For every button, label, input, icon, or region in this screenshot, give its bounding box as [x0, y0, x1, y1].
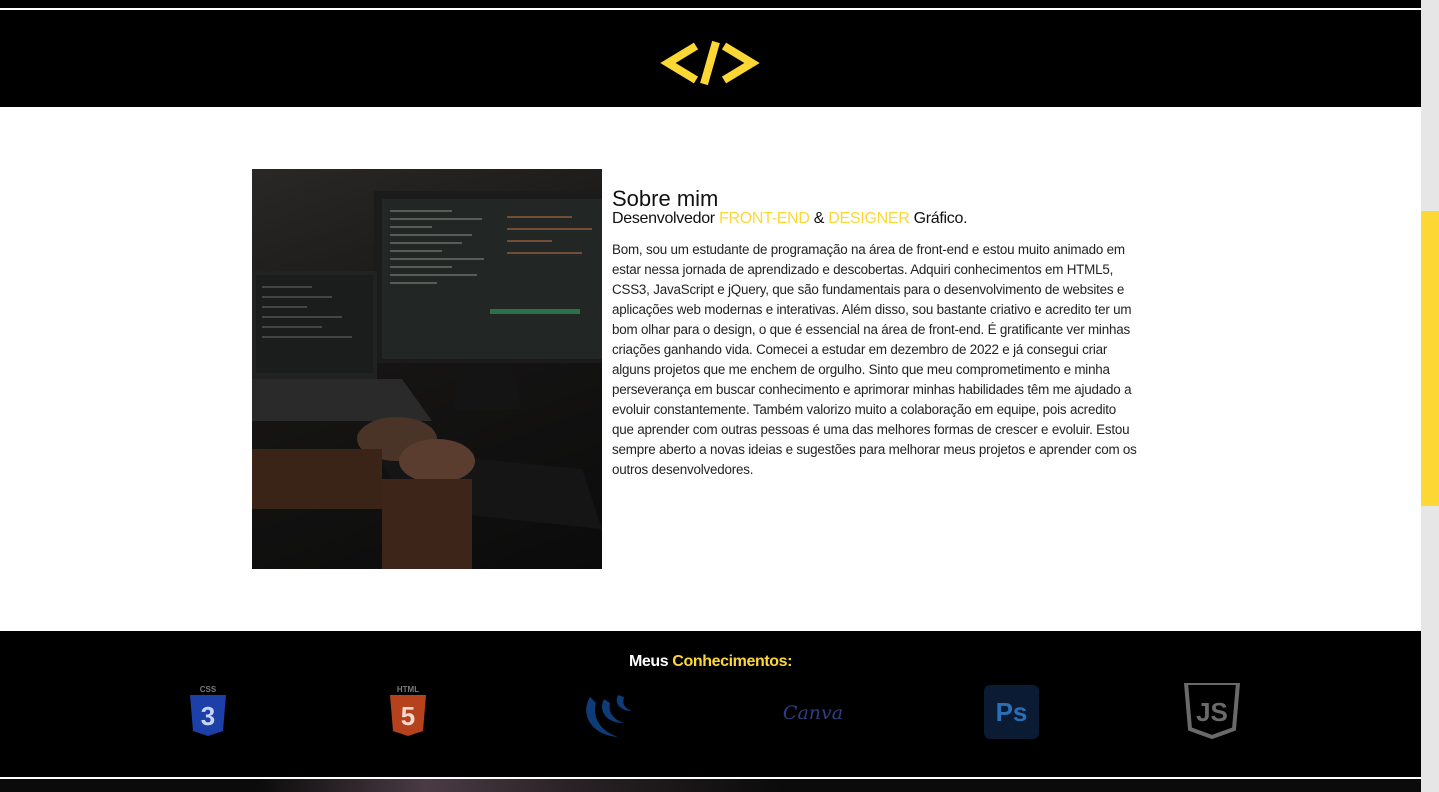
canva-label: Canva — [782, 702, 844, 724]
subtitle-frontend: FRONT-END — [718, 210, 810, 227]
subtitle-ampersand: & — [809, 210, 829, 227]
photoshop-icon[interactable]: Ps — [984, 685, 1039, 739]
site-header — [0, 0, 1421, 107]
skills-title: Meus Conhecimentos: — [0, 653, 1421, 671]
next-section-preview — [0, 779, 1421, 792]
about-body: Bom, sou um estudante de programação na … — [612, 242, 1137, 477]
photoshop-label: Ps — [995, 696, 1028, 727]
skills-title-prefix: Meus — [628, 653, 673, 670]
about-title: Sobre mim — [612, 186, 719, 211]
subtitle-prefix: Desenvolvedor — [612, 210, 719, 227]
javascript-icon[interactable]: JS — [1182, 683, 1242, 743]
skills-title-highlight: Conhecimentos: — [672, 653, 793, 670]
scrollbar-thumb[interactable] — [1421, 211, 1439, 506]
header-divider — [0, 8, 1421, 10]
subtitle-suffix: Gráfico. — [909, 210, 968, 227]
html5-label: HTML — [397, 685, 419, 694]
about-photo — [252, 169, 602, 569]
css3-label: CSS — [200, 685, 217, 694]
about-subtitle: Desenvolvedor FRONT-END & DESIGNER Gráfi… — [612, 210, 1140, 228]
css3-icon[interactable]: CSS 3 — [178, 683, 238, 743]
code-brackets-icon[interactable] — [660, 38, 760, 88]
jquery-icon[interactable] — [578, 683, 638, 743]
canva-icon[interactable]: Canva — [778, 683, 848, 743]
subtitle-designer: DESIGNER — [828, 210, 910, 227]
svg-text:3: 3 — [201, 701, 215, 731]
skills-section: Meus Conhecimentos: CSS 3 HTML 5 Canva P… — [0, 631, 1421, 777]
svg-text:5: 5 — [401, 701, 415, 731]
javascript-label: JS — [1196, 697, 1228, 727]
about-section: Sobre mim Desenvolvedor FRONT-END & DESI… — [612, 188, 1140, 480]
html5-icon[interactable]: HTML 5 — [378, 683, 438, 743]
